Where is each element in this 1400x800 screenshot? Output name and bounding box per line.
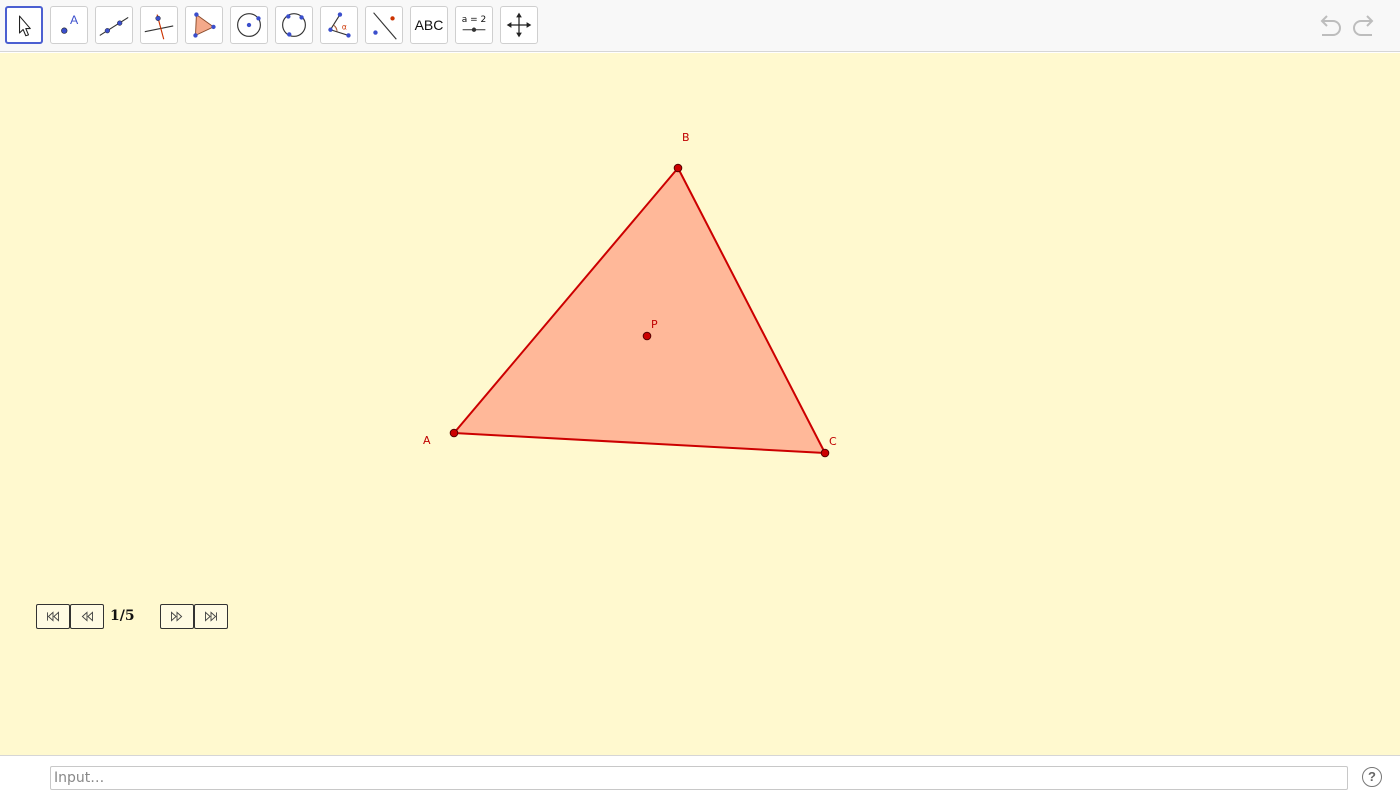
line-through-two-points-icon bbox=[99, 16, 129, 36]
point-b-label: B bbox=[682, 131, 690, 144]
redo-button[interactable] bbox=[1350, 12, 1380, 40]
input-bar: ? bbox=[0, 755, 1400, 800]
toolbar: A α ABC a = 2 bbox=[0, 0, 1400, 52]
line-tool-button[interactable] bbox=[95, 6, 133, 44]
circle-center-point-icon bbox=[237, 13, 261, 37]
last-step-button[interactable] bbox=[194, 604, 228, 629]
svg-text:α: α bbox=[342, 23, 347, 32]
text-icon: ABC bbox=[414, 17, 444, 33]
slider-icon: a = 2 bbox=[462, 15, 487, 32]
point-c-label: C bbox=[829, 435, 837, 448]
text-tool-button[interactable]: ABC bbox=[410, 6, 448, 44]
point-tool-button[interactable]: A bbox=[50, 6, 88, 44]
polygon-tool-button[interactable] bbox=[185, 6, 223, 44]
svg-text:a = 2: a = 2 bbox=[462, 15, 487, 25]
first-step-icon bbox=[47, 611, 59, 622]
point-c[interactable] bbox=[820, 448, 830, 458]
construction-step-counter: 1/5 bbox=[110, 608, 135, 624]
next-step-button[interactable] bbox=[160, 604, 194, 629]
circle-center-point-tool-button[interactable] bbox=[230, 6, 268, 44]
polygon-icon bbox=[193, 12, 216, 38]
previous-step-button[interactable] bbox=[70, 604, 104, 629]
graphics-view[interactable]: A B C P bbox=[0, 53, 1400, 755]
graphics-canvas[interactable]: A B C P bbox=[0, 53, 1400, 755]
move-tool-button[interactable] bbox=[5, 6, 43, 44]
arrow-cursor-icon bbox=[18, 15, 31, 37]
last-step-icon bbox=[205, 611, 217, 622]
move-graphics-view-icon bbox=[506, 12, 532, 38]
point-b[interactable] bbox=[673, 163, 683, 173]
first-step-button[interactable] bbox=[36, 604, 70, 629]
slider-tool-button[interactable]: a = 2 bbox=[455, 6, 493, 44]
undo-button[interactable] bbox=[1314, 12, 1344, 40]
circle-three-points-icon bbox=[282, 13, 306, 37]
triangle-polygon[interactable] bbox=[453, 167, 826, 454]
algebra-input-field[interactable] bbox=[50, 766, 1348, 790]
reflect-icon bbox=[373, 12, 397, 40]
point-a[interactable] bbox=[449, 428, 459, 438]
redo-icon bbox=[1353, 15, 1374, 36]
point-p[interactable] bbox=[642, 331, 652, 341]
point-icon: A bbox=[61, 13, 79, 34]
perpendicular-line-tool-button[interactable] bbox=[140, 6, 178, 44]
reflect-about-line-tool-button[interactable] bbox=[365, 6, 403, 44]
help-icon[interactable]: ? bbox=[1362, 767, 1382, 787]
angle-icon: α bbox=[328, 12, 351, 38]
previous-step-icon bbox=[81, 611, 93, 622]
svg-text:A: A bbox=[70, 13, 79, 27]
angle-tool-button[interactable]: α bbox=[320, 6, 358, 44]
point-a-label: A bbox=[423, 434, 431, 447]
undo-icon bbox=[1320, 15, 1341, 36]
point-p-label: P bbox=[651, 318, 658, 331]
move-graphics-view-tool-button[interactable] bbox=[500, 6, 538, 44]
next-step-icon bbox=[171, 611, 183, 622]
perpendicular-line-icon bbox=[144, 14, 174, 40]
circle-three-points-tool-button[interactable] bbox=[275, 6, 313, 44]
